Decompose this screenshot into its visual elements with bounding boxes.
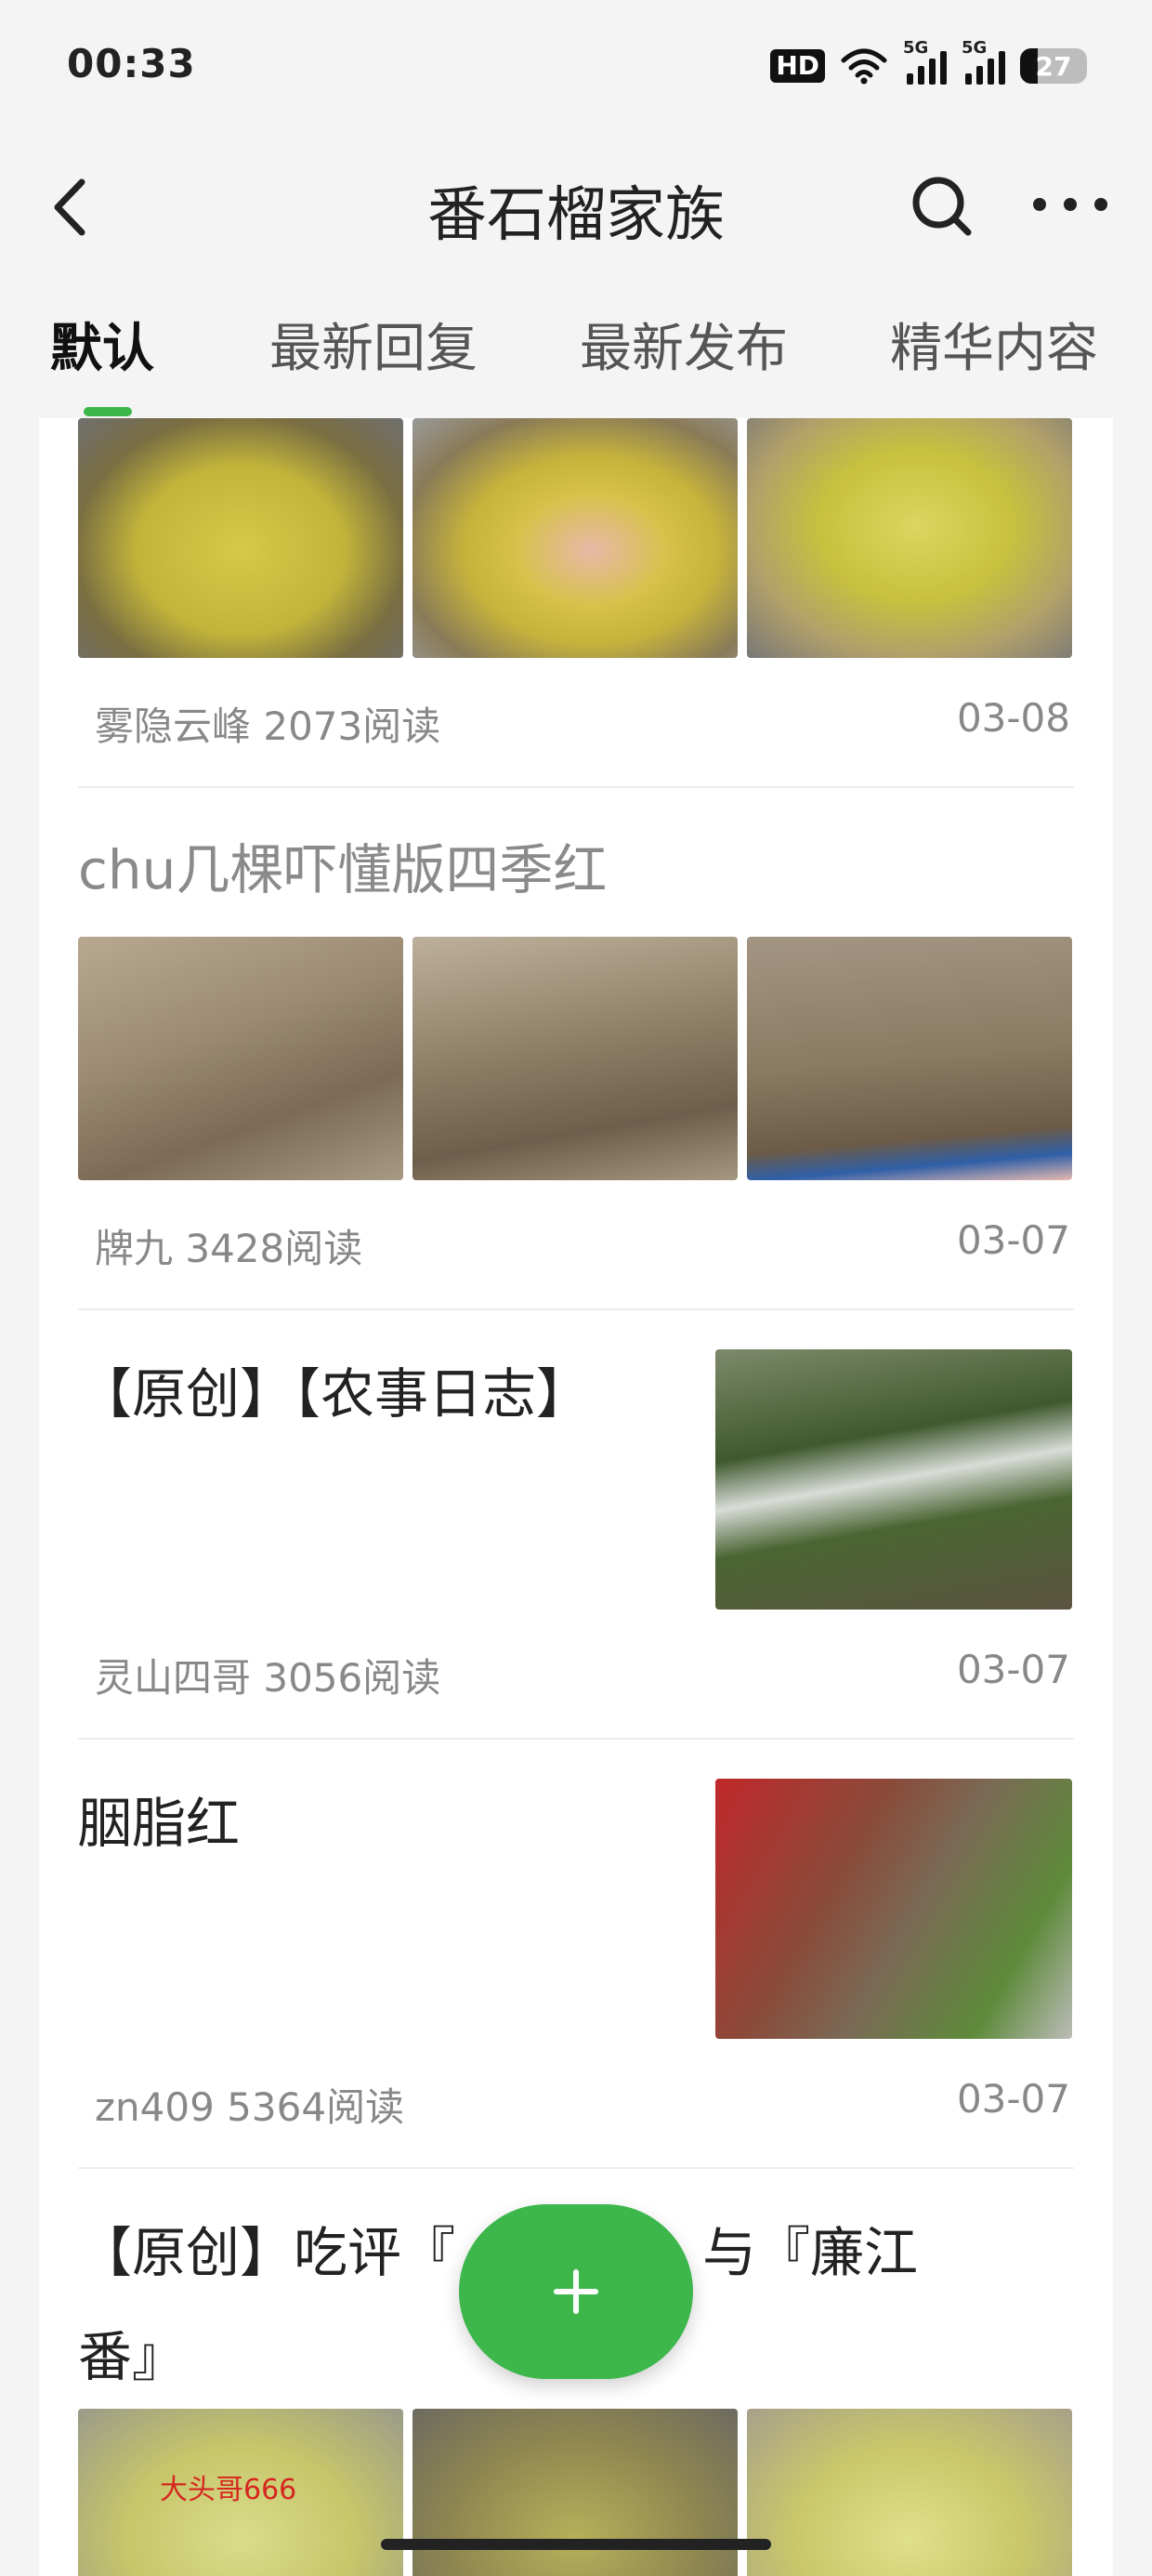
tab-latest-post[interactable]: 最新发布	[580, 307, 788, 382]
status-time: 00:33	[67, 41, 196, 86]
active-tab-indicator	[84, 407, 132, 416]
post-image[interactable]: 大头哥666	[78, 2409, 403, 2576]
post-image[interactable]	[747, 2409, 1072, 2576]
home-indicator[interactable]	[381, 2539, 771, 2550]
tab-default[interactable]: 默认	[50, 307, 154, 382]
post-author-reads: 雾隐云峰 2073阅读	[95, 703, 441, 749]
post-date: 03-07	[956, 1647, 1070, 1692]
post-title[interactable]: chu几棵吓懂版四季红	[78, 818, 607, 922]
system-icons: HD 5G 5G 27	[770, 38, 1087, 91]
divider	[78, 1738, 1074, 1740]
post-author-reads: zn409 5364阅读	[95, 2084, 405, 2130]
post-title[interactable]: 胭脂红	[78, 1771, 240, 1875]
tab-bar: 默认 最新回复 最新发布 精华内容	[0, 307, 1152, 418]
post-image[interactable]	[78, 937, 403, 1180]
wifi-icon	[841, 48, 887, 85]
divider	[78, 2167, 1074, 2169]
post-image[interactable]	[747, 418, 1072, 658]
app-header: 番石榴家族	[0, 139, 1152, 279]
watermark-text: 大头哥666	[160, 2474, 297, 2506]
tab-featured[interactable]: 精华内容	[890, 307, 1098, 382]
post-image[interactable]	[412, 937, 738, 1180]
page-title: 番石榴家族	[427, 181, 725, 250]
post-date: 03-07	[956, 1217, 1070, 1263]
post-thumbnail[interactable]	[715, 1349, 1072, 1610]
post-date: 03-08	[956, 695, 1070, 741]
post-author-reads: 灵山四哥 3056阅读	[95, 1655, 441, 1701]
hd-icon: HD	[770, 49, 825, 83]
post-thumbnail[interactable]	[715, 1779, 1072, 2039]
battery-icon: 27	[1020, 48, 1087, 84]
divider	[78, 786, 1074, 788]
post-image[interactable]	[412, 418, 738, 658]
search-icon[interactable]	[909, 173, 975, 240]
tab-latest-reply[interactable]: 最新回复	[269, 307, 478, 382]
post-image[interactable]	[412, 2409, 738, 2576]
more-options-icon[interactable]	[1033, 177, 1107, 232]
post-image[interactable]	[78, 418, 403, 658]
cellular-signal-icon-2: 5G	[962, 38, 1005, 85]
post-title[interactable]: 【原创】【农事日志】	[78, 1342, 590, 1446]
cellular-signal-icon: 5G	[903, 38, 947, 85]
status-bar: 00:33 HD 5G 5G 27	[0, 0, 1152, 139]
post-author-reads: 牌九 3428阅读	[95, 1226, 363, 1271]
create-post-button[interactable]	[459, 2204, 693, 2379]
post-image[interactable]	[747, 937, 1072, 1180]
divider	[78, 1308, 1074, 1310]
post-date: 03-07	[956, 2076, 1070, 2122]
